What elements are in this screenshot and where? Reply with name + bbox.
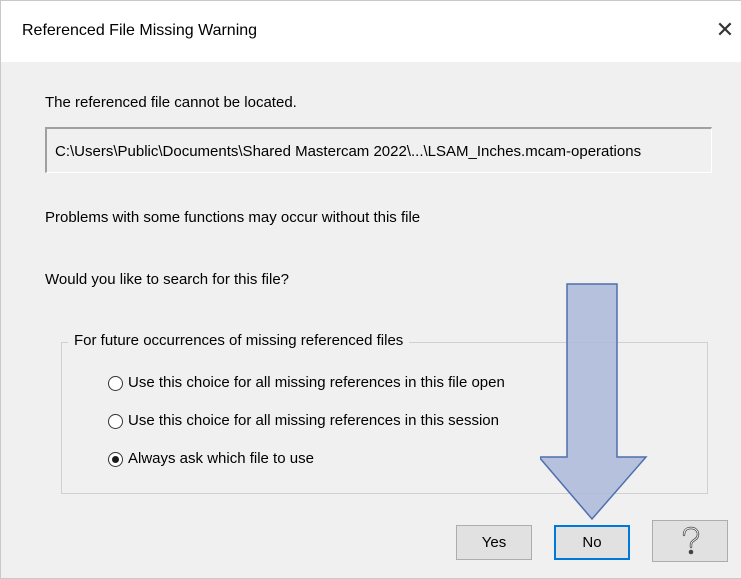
help-icon: [682, 526, 700, 555]
radio-selected-dot: [112, 456, 119, 463]
yes-button[interactable]: Yes: [456, 525, 532, 560]
close-icon[interactable]: ✕: [709, 14, 741, 46]
radio-label[interactable]: Always ask which file to use: [128, 450, 314, 467]
radio-button-selected[interactable]: [108, 452, 123, 467]
dialog-title: Referenced File Missing Warning: [22, 22, 258, 39]
not-located-message: The referenced file cannot be located.: [45, 94, 297, 111]
help-button[interactable]: [652, 520, 728, 562]
radio-button[interactable]: [108, 414, 123, 429]
radio-button[interactable]: [108, 376, 123, 391]
radio-label[interactable]: Use this choice for all missing referenc…: [128, 412, 499, 429]
group-legend: For future occurrences of missing refere…: [68, 332, 410, 349]
title-bar: Referenced File Missing Warning ✕: [0, 0, 741, 62]
problems-message: Problems with some functions may occur w…: [45, 209, 421, 226]
file-path-text: C:\Users\Public\Documents\Shared Masterc…: [55, 143, 642, 160]
file-path-field: C:\Users\Public\Documents\Shared Masterc…: [45, 127, 712, 173]
radio-label[interactable]: Use this choice for all missing referenc…: [128, 374, 505, 391]
search-question: Would you like to search for this file?: [45, 271, 290, 288]
no-button[interactable]: No: [554, 525, 630, 560]
